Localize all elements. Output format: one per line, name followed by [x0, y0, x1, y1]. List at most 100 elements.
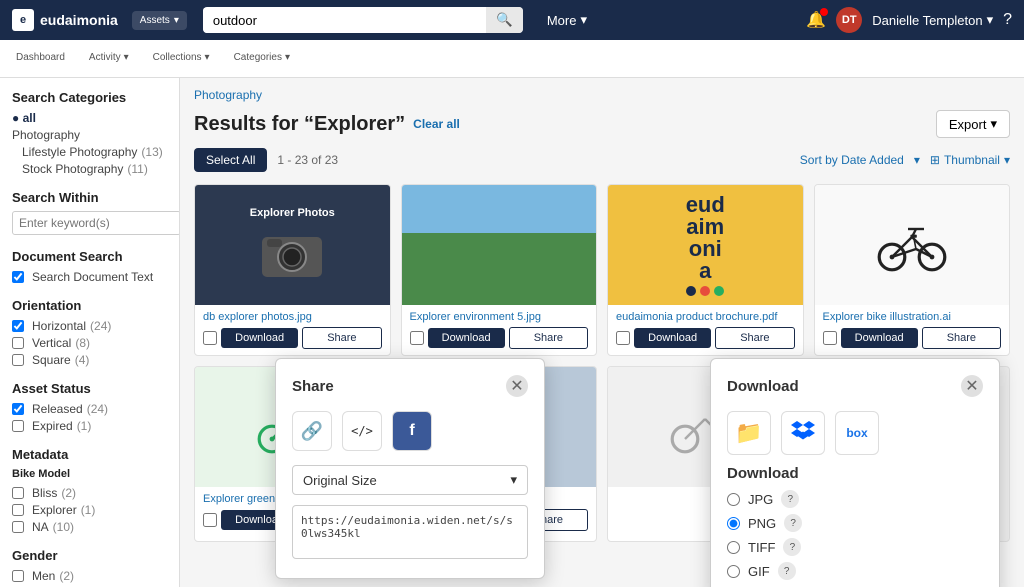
jpg-label: JPG — [748, 492, 773, 507]
square-checkbox[interactable] — [12, 354, 24, 366]
png-info-icon[interactable]: ? — [784, 514, 802, 532]
search-button[interactable]: 🔍 — [486, 7, 523, 33]
gif-radio[interactable] — [727, 565, 740, 578]
card-checkbox[interactable] — [203, 331, 217, 345]
card-name[interactable]: Explorer bike illustration.ai — [823, 311, 1002, 323]
card-name[interactable]: db explorer photos.jpg — [203, 311, 382, 323]
main-layout: Search Categories ● all Photography Life… — [0, 78, 1024, 587]
vertical-checkbox[interactable] — [12, 337, 24, 349]
card-actions: Download Share — [616, 327, 795, 349]
share-button[interactable]: Share — [715, 327, 794, 349]
breadcrumb[interactable]: Photography — [194, 88, 1010, 102]
select-all-button[interactable]: Select All — [194, 148, 267, 172]
export-button[interactable]: Export ▾ — [936, 110, 1010, 138]
share-button[interactable]: Share — [509, 327, 588, 349]
sort-button[interactable]: Sort by Date Added ▾ — [800, 153, 920, 167]
download-button[interactable]: Download — [634, 328, 711, 348]
more-chevron-icon: ▾ — [580, 12, 587, 28]
download-button[interactable]: Download — [841, 328, 918, 348]
share-button[interactable]: Share — [302, 327, 381, 349]
user-menu-button[interactable]: Danielle Templeton ▾ — [872, 12, 993, 28]
horizontal-checkbox[interactable] — [12, 320, 24, 332]
sidebar-item-na[interactable]: NA (10) — [12, 520, 167, 534]
card-checkbox[interactable] — [616, 331, 630, 345]
sidebar-item-lifestyle[interactable]: Lifestyle Photography (13) — [22, 145, 167, 159]
sidebar-item-explorer[interactable]: Explorer (1) — [12, 503, 167, 517]
search-input[interactable] — [203, 8, 486, 33]
expired-checkbox[interactable] — [12, 420, 24, 432]
share-panel-header: Share ✕ — [292, 375, 528, 397]
png-radio[interactable] — [727, 517, 740, 530]
sidebar-item-all[interactable]: ● all — [12, 111, 167, 125]
released-checkbox[interactable] — [12, 403, 24, 415]
sidebar-item-vertical[interactable]: Vertical (8) — [12, 336, 167, 350]
download-box-button[interactable]: box — [835, 411, 879, 455]
download-local-button[interactable]: 📁 — [727, 411, 771, 455]
sidebar-item-square[interactable]: Square (4) — [12, 353, 167, 367]
share-facebook-button[interactable]: f — [392, 411, 432, 451]
card-info: Explorer environment 5.jpg Download Shar… — [402, 305, 597, 355]
sidebar-item-stock[interactable]: Stock Photography (11) — [22, 162, 167, 176]
list-item: Explorer Photos db explorer photos.jpg — [194, 184, 391, 356]
sidebar-item-photography[interactable]: Photography — [12, 128, 167, 142]
gif-info-icon[interactable]: ? — [778, 562, 796, 580]
nav-right-area: 🔔 DT Danielle Templeton ▾ ? — [806, 7, 1012, 33]
sidebar-item-men[interactable]: Men (2) — [12, 569, 167, 583]
global-search-bar: 🔍 — [203, 7, 523, 33]
help-button[interactable]: ? — [1003, 11, 1012, 29]
na-checkbox[interactable] — [12, 521, 24, 533]
list-item: Explorer bike illustration.ai Download S… — [814, 184, 1011, 356]
sidebar-item-categories[interactable]: Categories ▾ — [230, 40, 294, 78]
view-toggle-button[interactable]: ⊞ Thumbnail ▾ — [930, 153, 1010, 167]
notification-bell-button[interactable]: 🔔 — [806, 10, 826, 30]
tiff-radio[interactable] — [727, 541, 740, 554]
download-button[interactable]: Download — [428, 328, 505, 348]
card-checkbox[interactable] — [823, 331, 837, 345]
share-code-button[interactable]: </> — [342, 411, 382, 451]
download-format-png[interactable]: PNG ? — [727, 514, 983, 532]
share-size-dropdown[interactable]: Original Size ▾ — [292, 465, 528, 495]
user-chevron-icon: ▾ — [987, 12, 994, 28]
dropbox-icon — [791, 419, 815, 448]
sub-navigation: Dashboard Activity ▾ Collections ▾ Categ… — [0, 40, 1024, 78]
results-header: Results for “Explorer” Clear all Export … — [194, 110, 1010, 138]
sidebar-item-released[interactable]: Released (24) — [12, 402, 167, 416]
card-name[interactable]: eudaimonia product brochure.pdf — [616, 311, 795, 323]
sidebar-item-expired[interactable]: Expired (1) — [12, 419, 167, 433]
bliss-checkbox[interactable] — [12, 487, 24, 499]
na-label: NA — [32, 520, 49, 534]
results-title: Results for “Explorer” Clear all — [194, 113, 460, 136]
card-checkbox[interactable] — [410, 331, 424, 345]
jpg-radio[interactable] — [727, 493, 740, 506]
sidebar-item-collections[interactable]: Collections ▾ — [149, 40, 214, 78]
card-checkbox[interactable] — [203, 513, 217, 527]
sidebar-item-dashboard[interactable]: Dashboard — [12, 40, 69, 78]
asset-status-title: Asset Status — [12, 381, 167, 396]
all-label: ● all — [12, 111, 36, 125]
assets-chevron-icon: ▾ — [174, 15, 179, 26]
download-button[interactable]: Download — [221, 328, 298, 348]
card-name[interactable]: Explorer environment 5.jpg — [410, 311, 589, 323]
sidebar-item-activity[interactable]: Activity ▾ — [85, 40, 133, 78]
download-dropbox-button[interactable] — [781, 411, 825, 455]
download-format-jpg[interactable]: JPG ? — [727, 490, 983, 508]
men-checkbox[interactable] — [12, 570, 24, 582]
explorer-checkbox[interactable] — [12, 504, 24, 516]
share-button[interactable]: Share — [922, 327, 1001, 349]
download-panel-close-button[interactable]: ✕ — [961, 375, 983, 397]
sidebar-item-horizontal[interactable]: Horizontal (24) — [12, 319, 167, 333]
download-format-gif[interactable]: GIF ? — [727, 562, 983, 580]
document-search-checkbox[interactable] — [12, 271, 24, 283]
assets-dropdown-button[interactable]: Assets ▾ — [132, 11, 187, 30]
share-link-button[interactable]: 🔗 — [292, 411, 332, 451]
sidebar-item-bliss[interactable]: Bliss (2) — [12, 486, 167, 500]
share-url-field[interactable]: https://eudaimonia.widen.net/s/s0lws345k… — [292, 505, 528, 559]
jpg-info-icon[interactable]: ? — [781, 490, 799, 508]
clear-all-button[interactable]: Clear all — [413, 117, 460, 131]
sidebar-item-document-search[interactable]: Search Document Text — [12, 270, 167, 284]
more-button[interactable]: More ▾ — [539, 8, 595, 32]
tiff-info-icon[interactable]: ? — [783, 538, 801, 556]
download-format-tiff[interactable]: TIFF ? — [727, 538, 983, 556]
keyword-input[interactable] — [12, 211, 180, 235]
share-panel-close-button[interactable]: ✕ — [506, 375, 528, 397]
